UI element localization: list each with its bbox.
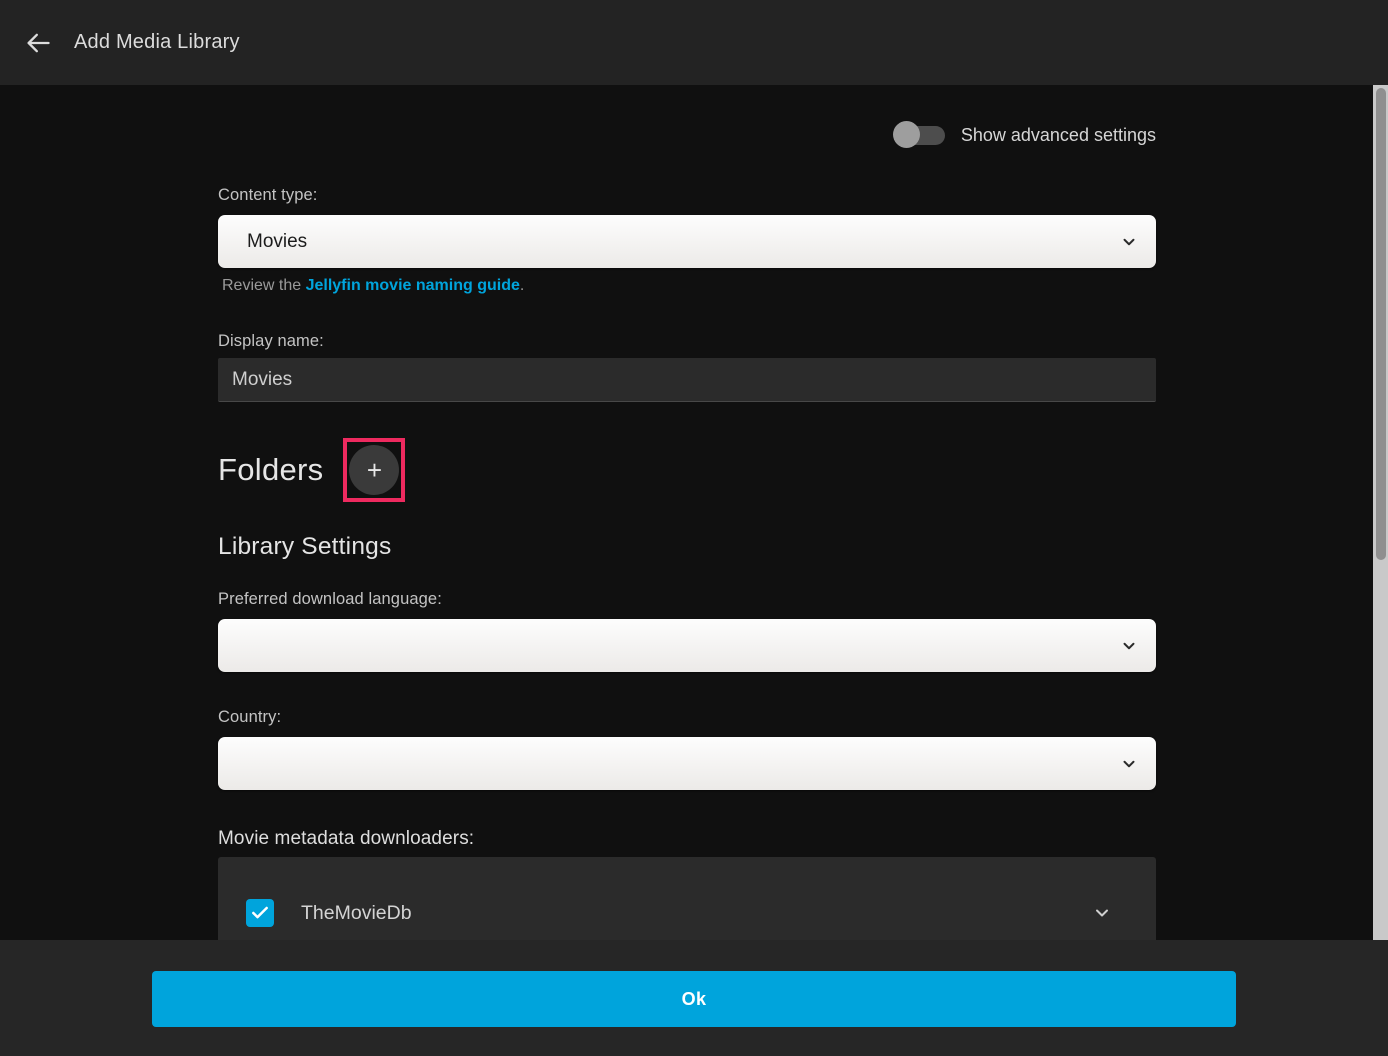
content-area: Show advanced settings Content type: Mov… xyxy=(0,85,1373,940)
content-type-value: Movies xyxy=(247,231,307,253)
helper-prefix: Review the xyxy=(222,277,306,294)
metadata-downloaders-label: Movie metadata downloaders: xyxy=(218,828,474,850)
app-header: Add Media Library xyxy=(0,0,1388,85)
preferred-language-label: Preferred download language: xyxy=(218,590,442,609)
ok-button[interactable]: Ok xyxy=(152,971,1236,1027)
checkmark-icon xyxy=(250,903,270,923)
folders-section: Folders + xyxy=(218,438,405,502)
display-name-input[interactable] xyxy=(218,358,1156,402)
toggle-knob xyxy=(893,121,920,148)
scrollbar-track[interactable] xyxy=(1373,85,1388,940)
country-select[interactable] xyxy=(218,737,1156,790)
library-settings-heading: Library Settings xyxy=(218,533,391,561)
content-type-select[interactable]: Movies xyxy=(218,215,1156,268)
footer-bar: Ok xyxy=(0,940,1388,1056)
country-label: Country: xyxy=(218,708,281,727)
chevron-down-icon xyxy=(1120,233,1138,251)
naming-guide-link[interactable]: Jellyfin movie naming guide xyxy=(306,277,520,294)
chevron-down-icon[interactable] xyxy=(1092,903,1112,923)
add-folder-button[interactable]: + xyxy=(349,445,399,495)
advanced-settings-toggle[interactable] xyxy=(893,123,945,147)
back-arrow-icon[interactable] xyxy=(16,21,60,65)
chevron-down-icon xyxy=(1120,637,1138,655)
folders-heading: Folders xyxy=(218,452,323,488)
metadata-downloaders-card: TheMovieDb xyxy=(218,857,1156,940)
helper-suffix: . xyxy=(520,277,524,294)
scrollbar-thumb[interactable] xyxy=(1376,88,1386,560)
display-name-label: Display name: xyxy=(218,332,324,351)
downloader-row-themoviedb[interactable]: TheMovieDb xyxy=(218,885,1156,940)
preferred-language-select[interactable] xyxy=(218,619,1156,672)
downloader-name: TheMovieDb xyxy=(301,902,412,925)
naming-guide-helper: Review the Jellyfin movie naming guide. xyxy=(222,277,524,295)
themoviedb-checkbox[interactable] xyxy=(246,899,274,927)
advanced-settings-row: Show advanced settings xyxy=(893,123,1156,147)
advanced-settings-label: Show advanced settings xyxy=(961,125,1156,146)
page-title: Add Media Library xyxy=(74,31,240,54)
add-folder-highlight-box: + xyxy=(343,438,405,502)
plus-icon: + xyxy=(367,457,382,483)
content-type-label: Content type: xyxy=(218,186,317,205)
chevron-down-icon xyxy=(1120,755,1138,773)
